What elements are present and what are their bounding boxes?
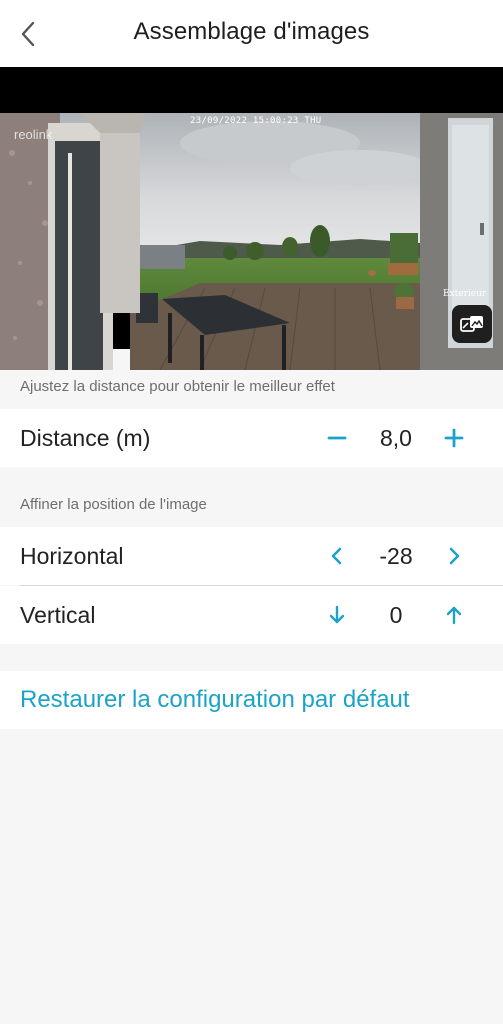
camera-name-overlay: Exterieur: [443, 289, 487, 299]
horizontal-decrease-button[interactable]: [319, 536, 355, 576]
distance-value: 8,0: [380, 425, 412, 451]
camera-image: [0, 113, 503, 370]
camera-watermark: reolink: [14, 127, 53, 142]
distance-label: Distance (m): [20, 425, 151, 451]
chevron-left-icon: [331, 547, 342, 565]
vertical-label: Vertical: [20, 602, 96, 628]
plus-icon: [444, 428, 464, 448]
app-screen: Assemblage d'images 23/09/2022 15:00:23 …: [0, 0, 503, 1024]
page-title: Assemblage d'images: [133, 18, 370, 45]
distance-hint: Ajustez la distance pour obtenir le meil…: [20, 378, 335, 395]
stitch-view-button[interactable]: [452, 305, 492, 343]
horizontal-increase-button[interactable]: [436, 536, 472, 576]
restore-defaults-button[interactable]: Restaurer la configuration par défaut: [0, 671, 503, 729]
chevron-right-icon: [449, 547, 460, 565]
horizontal-value: -28: [379, 543, 413, 569]
vertical-row: Vertical 0: [0, 586, 503, 644]
distance-row: Distance (m) 8,0: [0, 409, 503, 467]
distance-increase-button[interactable]: [436, 418, 472, 458]
image-stitch-icon: [460, 316, 483, 332]
header-bar: Assemblage d'images: [0, 0, 503, 67]
minus-icon: [327, 436, 347, 440]
distance-decrease-button[interactable]: [319, 418, 355, 458]
vertical-value: 0: [389, 602, 403, 628]
restore-defaults-label: Restaurer la configuration par défaut: [20, 686, 410, 713]
horizontal-label: Horizontal: [20, 543, 124, 569]
camera-timestamp: 23/09/2022 15:00:23 THU: [190, 116, 322, 126]
arrow-down-icon: [329, 605, 345, 624]
arrow-up-icon: [446, 606, 462, 625]
camera-preview: 23/09/2022 15:00:23 THU reolink Exterieu…: [0, 67, 503, 370]
horizontal-row: Horizontal -28: [0, 527, 503, 585]
vertical-decrease-button[interactable]: [319, 595, 355, 635]
position-hint: Affiner la position de l'image: [20, 496, 207, 513]
vertical-increase-button[interactable]: [436, 595, 472, 635]
